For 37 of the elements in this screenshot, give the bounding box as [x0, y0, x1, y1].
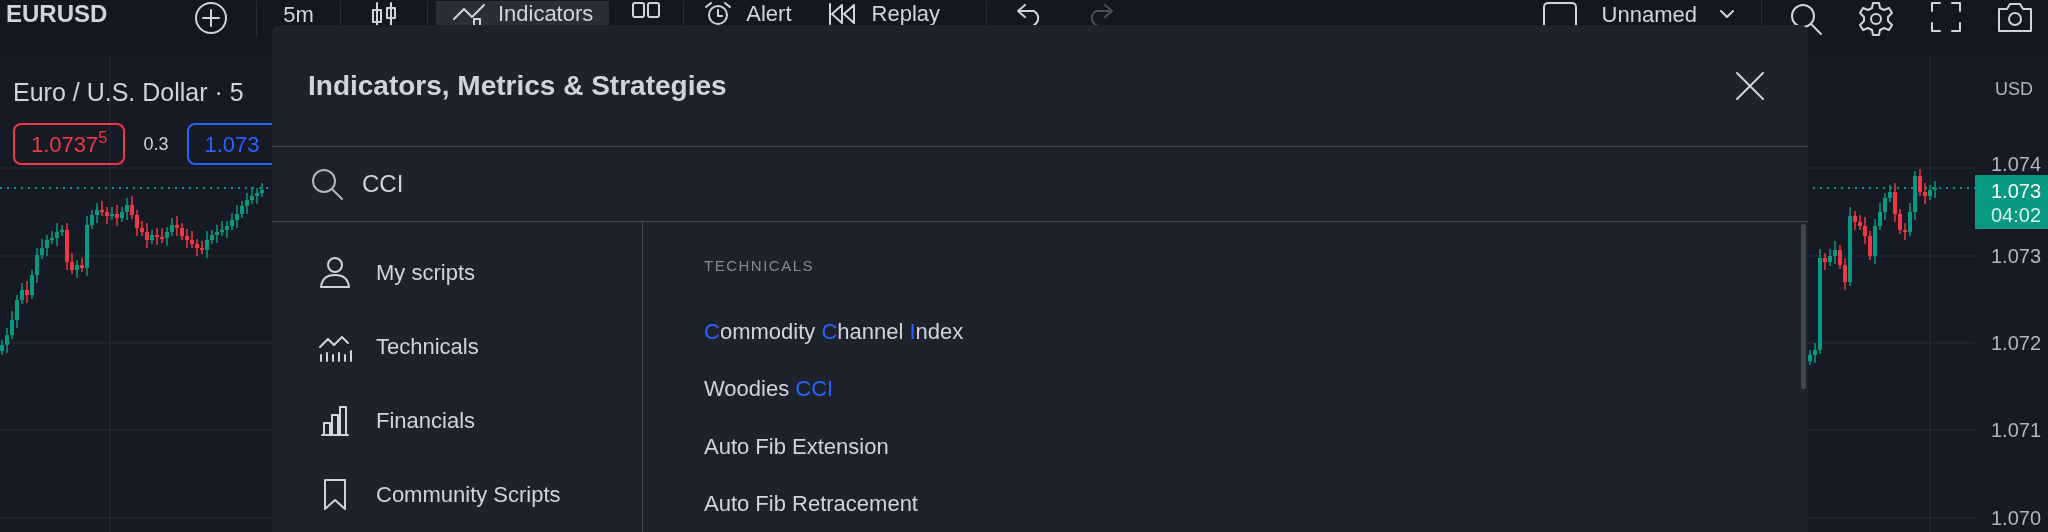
search-icon	[310, 167, 344, 201]
layout-grid-icon[interactable]	[631, 1, 662, 21]
camera-icon[interactable]	[1996, 1, 2034, 33]
indicator-item[interactable]: Commodity Channel Index	[704, 303, 964, 361]
price-axis-label: 1.073	[1991, 244, 2042, 268]
dialog-title: Indicators, Metrics & Strategies	[308, 68, 727, 103]
section-heading: TECHNICALS	[704, 256, 816, 276]
category-item[interactable]: Technicals	[272, 309, 642, 383]
scrollbar[interactable]	[1801, 224, 1806, 389]
settings-icon[interactable]	[1858, 1, 1894, 37]
close-icon[interactable]	[1734, 69, 1766, 102]
fullscreen-icon[interactable]	[1930, 1, 1962, 33]
indicator-item[interactable]: Auto Fib Retracement	[704, 474, 918, 532]
add-symbol-icon[interactable]	[194, 1, 229, 35]
alert-button[interactable]: Alert	[684, 1, 812, 31]
price-axis-label: 1.071	[1991, 418, 2042, 442]
indicator-item[interactable]: Auto Fib Extension	[704, 417, 889, 475]
category-item[interactable]: Community Scripts	[272, 457, 642, 531]
replay-button[interactable]: Replay	[811, 1, 955, 31]
symbol-label[interactable]: EURUSD	[6, 1, 108, 26]
spread-label: 0.3	[143, 132, 169, 156]
last-price-label: 1.073 04:02	[1975, 175, 2048, 229]
indicator-item[interactable]: Woodies CCI	[704, 360, 834, 418]
chevron-down-icon	[1719, 9, 1735, 19]
search-icon[interactable]	[1788, 1, 1824, 37]
search-field[interactable]: CCI	[362, 166, 962, 202]
interval-button[interactable]: 5m	[257, 1, 340, 27]
alarm-clock-icon	[704, 1, 733, 25]
layout-name-button[interactable]: Unnamed	[1601, 1, 1735, 27]
currency-label: USD	[1995, 78, 2033, 101]
category-item[interactable]: My scripts	[272, 235, 642, 309]
price-axis-label: 1.070	[1991, 506, 2042, 530]
sell-price-button[interactable]: 1.0737$^{5}$	[13, 123, 126, 165]
price-axis-label: 1.074	[1991, 152, 2042, 176]
price-axis-label: 1.072	[1991, 331, 2042, 355]
category-item[interactable]: Financials	[272, 383, 642, 457]
chart-title: Euro / U.S. Dollar · 5	[13, 77, 245, 108]
